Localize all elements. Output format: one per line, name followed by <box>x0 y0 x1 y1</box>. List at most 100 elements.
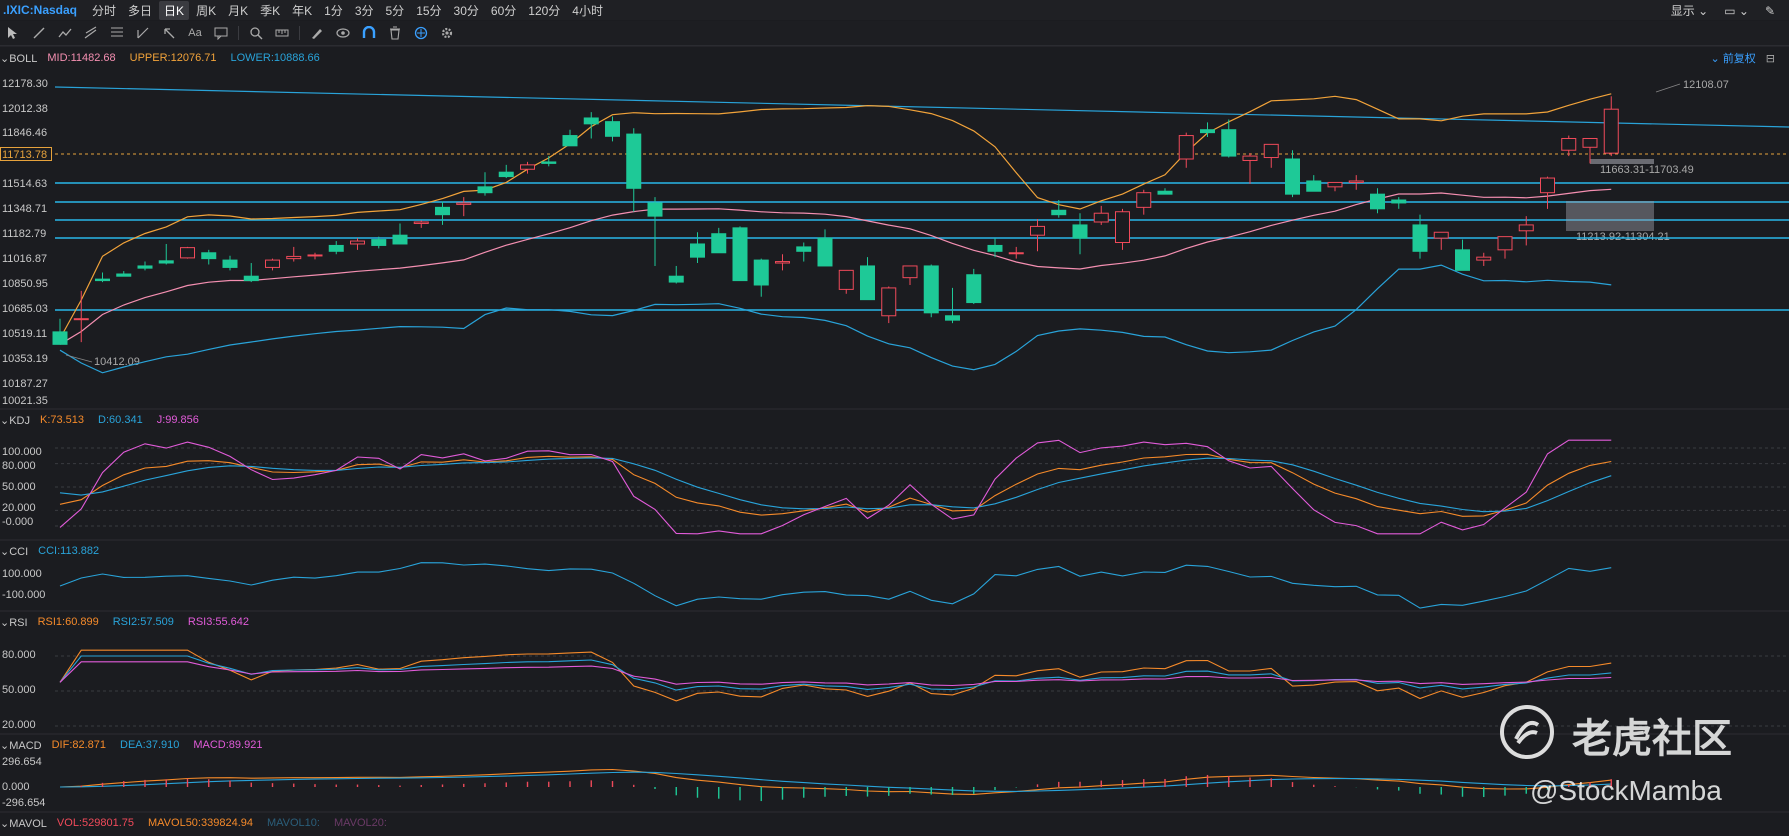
settings-gear-icon[interactable] <box>439 25 455 41</box>
candle-body <box>1115 211 1130 244</box>
candle-body <box>838 269 854 290</box>
macd-toggle[interactable]: ⌄MACD <box>0 739 42 752</box>
eye-icon[interactable] <box>335 25 351 41</box>
boll-legend: ⌄BOLL MID:11482.68 UPPER:12076.71 LOWER:… <box>0 50 334 66</box>
cci-value: CCI:113.882 <box>38 545 100 557</box>
macd-axis-label: -296.654 <box>2 797 46 809</box>
trend-tool-icon[interactable] <box>57 25 73 41</box>
period-tab-4hour[interactable]: 4小时 <box>567 1 608 20</box>
display-label: 显示 <box>1670 4 1695 18</box>
brush-icon[interactable] <box>309 25 325 41</box>
price-axis-label: 11016.87 <box>2 253 48 265</box>
period-tab-15min[interactable]: 15分 <box>411 1 446 20</box>
measure-icon[interactable] <box>274 25 290 41</box>
cursor-icon[interactable] <box>5 25 21 41</box>
candle-body <box>286 255 302 260</box>
candle-body <box>1412 224 1428 252</box>
candle-body <box>116 273 132 277</box>
price-axis-label: 10021.35 <box>2 395 48 407</box>
period-tab-yearly[interactable]: 年K <box>287 1 317 20</box>
mavol-toggle[interactable]: ⌄MAVOL <box>0 817 47 830</box>
mavol10-value: MAVOL10: <box>266 817 320 829</box>
price-axis-label: 10685.03 <box>2 303 48 315</box>
zoom-icon[interactable] <box>248 25 264 41</box>
range-highlight-box <box>1566 201 1654 231</box>
fib-tool-icon[interactable] <box>109 25 125 41</box>
period-tab-30min[interactable]: 30分 <box>449 1 484 20</box>
candle-body <box>541 161 557 164</box>
candle-body <box>52 331 68 345</box>
sync-icon[interactable] <box>413 25 429 41</box>
text-tool-icon[interactable]: Aa <box>187 25 203 41</box>
period-tab-120min[interactable]: 120分 <box>523 1 565 20</box>
candle-body <box>477 186 493 194</box>
trash-icon[interactable] <box>387 25 403 41</box>
rsi-toggle[interactable]: ⌄RSI <box>0 616 28 629</box>
candle-body <box>966 274 982 304</box>
price-axis-label: 12012.38 <box>2 103 48 115</box>
candle-body <box>1370 193 1385 210</box>
price-axis-label: 11182.79 <box>2 228 47 240</box>
rsi2-line <box>59 655 1612 691</box>
candle-body <box>222 259 238 268</box>
channel-tool-icon[interactable] <box>83 25 99 41</box>
candle-body <box>1157 190 1173 195</box>
boll-lower-value: LOWER:10888.66 <box>230 52 320 64</box>
candle-body <box>860 265 875 301</box>
period-tab-60min[interactable]: 60分 <box>486 1 521 20</box>
boll-lower-line <box>59 264 1612 374</box>
period-tab-3min[interactable]: 3分 <box>350 1 379 20</box>
kdj-j-line <box>59 439 1612 535</box>
price-layer <box>52 83 1681 374</box>
candle-body <box>1263 143 1279 159</box>
cci-toggle[interactable]: ⌄CCI <box>0 545 28 558</box>
watermark-handle: @StockMamba <box>1530 775 1722 806</box>
period-tab-monthly[interactable]: 月K <box>223 1 253 20</box>
candle-body <box>1051 209 1067 216</box>
boll-upper-line <box>59 93 1612 339</box>
cci-name: CCI <box>9 545 29 558</box>
candle-body <box>392 234 408 245</box>
kdj-axis-label: 100.000 <box>2 446 42 458</box>
candle-body <box>265 259 280 268</box>
rsi-axis-label: 80.000 <box>2 649 36 661</box>
adjust-mode-button[interactable]: ⌄ 前复权 <box>1711 50 1756 66</box>
candle-body <box>626 133 642 189</box>
mavol-legend: ⌄MAVOL VOL:529801.75 MAVOL50:339824.94 M… <box>0 815 401 831</box>
candle-body <box>243 275 259 282</box>
symbol-label[interactable]: .IXIC:Nasdaq <box>3 3 77 17</box>
period-tab-5min[interactable]: 5分 <box>381 1 410 20</box>
kdj-legend: ⌄KDJ K:73.513 D:60.341 J:99.856 <box>0 412 213 428</box>
line-tool-icon[interactable] <box>31 25 47 41</box>
candle-body <box>881 287 897 317</box>
kdj-d-value: D:60.341 <box>98 414 143 426</box>
expand-icon[interactable]: ⊟ <box>1766 52 1775 65</box>
window-mode-button[interactable]: ▭ ⌄ <box>1724 4 1749 18</box>
candle-body <box>1242 155 1258 161</box>
candle-body <box>180 247 195 259</box>
period-tab-weekly[interactable]: 周K <box>191 1 221 20</box>
magnet-icon[interactable] <box>361 25 377 41</box>
boll-toggle[interactable]: ⌄BOLL <box>0 52 37 65</box>
kdj-name: KDJ <box>9 414 30 427</box>
period-tab-multiday[interactable]: 多日 <box>123 1 157 20</box>
cci-axis-label: 100.000 <box>2 568 42 580</box>
kdj-toggle[interactable]: ⌄KDJ <box>0 414 30 427</box>
candle-body <box>1093 212 1109 223</box>
candle-body <box>201 252 217 260</box>
current-price-tag: 11713.78 <box>0 147 52 161</box>
arrow-tool-icon[interactable] <box>161 25 177 41</box>
pitchfork-tool-icon[interactable] <box>135 25 151 41</box>
chevron-down-icon: ⌄ <box>1698 4 1709 18</box>
comment-icon[interactable] <box>213 25 229 41</box>
period-tab-quarterly[interactable]: 季K <box>255 1 285 20</box>
chart-window: .IXIC:Nasdaq 分时 多日 日K 周K 月K 季K 年K 1分 3分 … <box>0 0 1789 836</box>
display-menu[interactable]: 显示 ⌄ <box>1671 2 1708 19</box>
period-tab-1min[interactable]: 1分 <box>319 1 348 20</box>
period-tab-intraday[interactable]: 分时 <box>87 1 121 20</box>
candle-body <box>371 239 387 246</box>
pen-icon[interactable]: ✎ <box>1765 4 1775 18</box>
price-axis-label: 12178.30 <box>2 78 48 90</box>
period-tab-daily[interactable]: 日K <box>159 0 190 20</box>
boll-name: BOLL <box>9 52 38 65</box>
